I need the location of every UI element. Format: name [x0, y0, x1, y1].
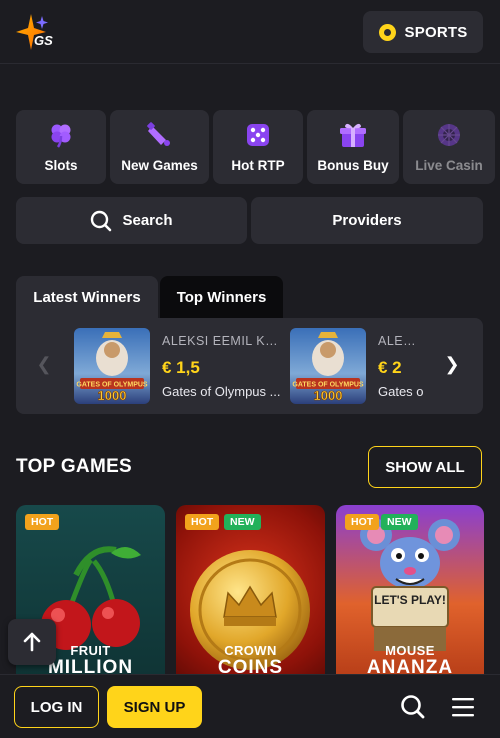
arrow-up-icon [23, 632, 41, 652]
hot-badge: HOT [345, 514, 380, 530]
category-strip: Slots New Games Hot RTP Bonus Buy Live C… [16, 110, 500, 184]
sports-button[interactable]: SPORTS [363, 11, 483, 53]
show-all-label: SHOW ALL [385, 458, 465, 476]
sports-label: SPORTS [404, 23, 468, 41]
roulette-icon [434, 120, 464, 150]
hamburger-menu-icon[interactable] [451, 696, 475, 718]
scroll-to-top-button[interactable] [8, 619, 56, 665]
game-thumbnail: GATES OF OLYMPUS 1000 [290, 328, 366, 404]
hot-badge: HOT [25, 514, 60, 530]
game-title-line1: MOUSE [385, 643, 435, 658]
winner-amount: € 2 [378, 358, 402, 377]
header: GS SPORTS [0, 0, 500, 64]
svg-text:GS: GS [34, 33, 53, 48]
category-slots[interactable]: Slots [16, 110, 106, 184]
tab-latest-winners[interactable]: Latest Winners [16, 276, 158, 318]
game-title-line1: CROWN [224, 643, 277, 658]
category-label: Hot RTP [231, 158, 285, 173]
game-thumbnail: GATES OF OLYMPUS 1000 [74, 328, 150, 404]
game-card-crown-coins[interactable]: HOT NEW CROWN COINS [176, 505, 325, 685]
winner-game: Gates o [378, 384, 424, 399]
bottom-bar: LOG IN SIGN UP [0, 674, 500, 738]
search-button[interactable]: Search [16, 197, 247, 244]
gift-icon [338, 120, 368, 150]
hot-badge: HOT [185, 514, 220, 530]
winner-game: Gates of Olympus ... [162, 384, 281, 399]
dice-icon [243, 120, 273, 150]
category-live-casino[interactable]: Live Casin [403, 110, 495, 184]
signup-label: SIGN UP [123, 698, 186, 716]
bell-icon [145, 120, 175, 150]
soccer-ball-icon [378, 23, 396, 41]
search-icon [91, 210, 112, 231]
category-label: Bonus Buy [317, 158, 389, 173]
new-badge: NEW [224, 514, 261, 530]
login-button[interactable]: LOG IN [14, 686, 99, 728]
tab-top-winners[interactable]: Top Winners [160, 276, 283, 318]
providers-label: Providers [332, 212, 402, 229]
winner-name: ALEKSI EEMIL KRI... [162, 334, 282, 348]
chevron-left-icon[interactable]: ❮ [36, 354, 52, 374]
winner-amount: € 1,5 [162, 358, 200, 377]
providers-button[interactable]: Providers [251, 197, 483, 244]
top-games-title: TOP GAMES [16, 456, 133, 477]
winner-card[interactable]: GATES OF OLYMPUS 1000 ALEKSI EEMIL KRI..… [74, 328, 284, 404]
category-new-games[interactable]: New Games [110, 110, 209, 184]
signup-button[interactable]: SIGN UP [107, 686, 202, 728]
svg-text:1000: 1000 [98, 388, 127, 403]
new-badge: NEW [381, 514, 418, 530]
category-label: Live Casin [415, 158, 483, 173]
gs-logo[interactable]: GS [16, 14, 56, 52]
show-all-button[interactable]: SHOW ALL [368, 446, 482, 488]
category-hot-rtp[interactable]: Hot RTP [213, 110, 303, 184]
svg-text:1000: 1000 [314, 388, 343, 403]
login-label: LOG IN [30, 698, 83, 716]
game-card-mouse-ananza[interactable]: LET'S PLAY! HOT NEW MOUSE ANANZA [336, 505, 484, 685]
winner-name: ALEKSI [378, 334, 424, 348]
category-label: Slots [44, 158, 78, 173]
category-bonus-buy[interactable]: Bonus Buy [307, 110, 399, 184]
search-label: Search [122, 212, 173, 229]
search-icon[interactable] [400, 694, 426, 720]
clover-icon [46, 120, 76, 150]
winner-card[interactable]: GATES OF OLYMPUS 1000 ALEKSI € 2 Gates o [290, 328, 424, 404]
category-label: New Games [121, 158, 198, 173]
tab-label: Latest Winners [33, 288, 141, 306]
chevron-right-icon[interactable]: ❯ [444, 354, 460, 374]
tab-label: Top Winners [176, 288, 267, 306]
svg-text:LET'S PLAY!: LET'S PLAY! [374, 593, 446, 607]
winners-carousel: ❮ GATES OF OLYMPUS 1000 ALEKSI EEMIL KRI… [16, 318, 483, 414]
